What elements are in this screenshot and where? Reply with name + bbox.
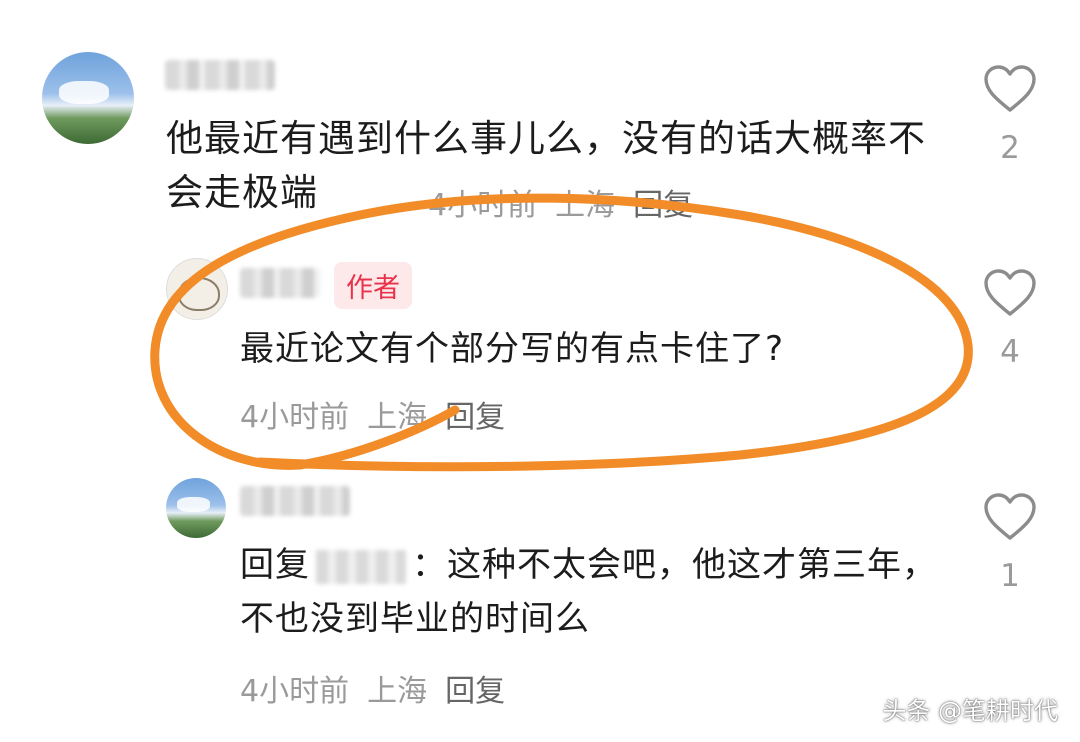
heart-outline-icon	[984, 269, 1036, 316]
reply-button[interactable]: 回复	[445, 674, 505, 709]
avatar[interactable]	[166, 258, 228, 320]
comment-text: 最近论文有个部分写的有点卡住了?	[240, 329, 785, 369]
comment-location: 上海	[367, 674, 428, 709]
comment-meta: 4小时前 上海 回复	[240, 666, 523, 710]
reply-button[interactable]: 回复	[633, 188, 693, 223]
comment-meta: 4小时前 上海 回复	[428, 180, 711, 224]
heart-outline-icon	[984, 493, 1036, 540]
heart-outline-icon	[984, 65, 1036, 112]
comment-time: 4小时前	[240, 674, 350, 709]
like-count: 4	[1000, 334, 1020, 370]
like-button[interactable]: 2	[980, 64, 1040, 166]
like-count: 2	[1000, 130, 1020, 166]
comment-meta: 4小时前 上海 回复	[240, 392, 523, 436]
comment-section: 他最近有遇到什么事儿么，没有的话大概率不会走极端 4小时前 上海 回复 2 作者 最…	[0, 0, 1080, 742]
like-button[interactable]: 1	[980, 492, 1040, 594]
username-blurred[interactable]	[165, 60, 275, 90]
avatar[interactable]	[42, 52, 134, 144]
comment-location: 上海	[555, 188, 616, 223]
like-count: 1	[1000, 558, 1020, 594]
username-blurred[interactable]	[240, 268, 320, 298]
comment-location: 上海	[367, 400, 428, 435]
watermark: 头条 @笔耕时代	[882, 697, 1058, 725]
mentioned-user-blurred[interactable]	[316, 549, 406, 584]
username-blurred[interactable]	[240, 486, 350, 516]
comment-time: 4小时前	[240, 400, 350, 435]
reply-prefix: 回复	[240, 545, 310, 585]
like-button[interactable]: 4	[980, 268, 1040, 370]
avatar[interactable]	[166, 478, 226, 538]
comment-time: 4小时前	[428, 188, 538, 223]
author-badge: 作者	[334, 262, 412, 309]
reply-button[interactable]: 回复	[445, 400, 505, 435]
comment-text: 回复 ：这种不太会吧，他这才第三年，不也没到毕业的时间么	[240, 538, 940, 646]
